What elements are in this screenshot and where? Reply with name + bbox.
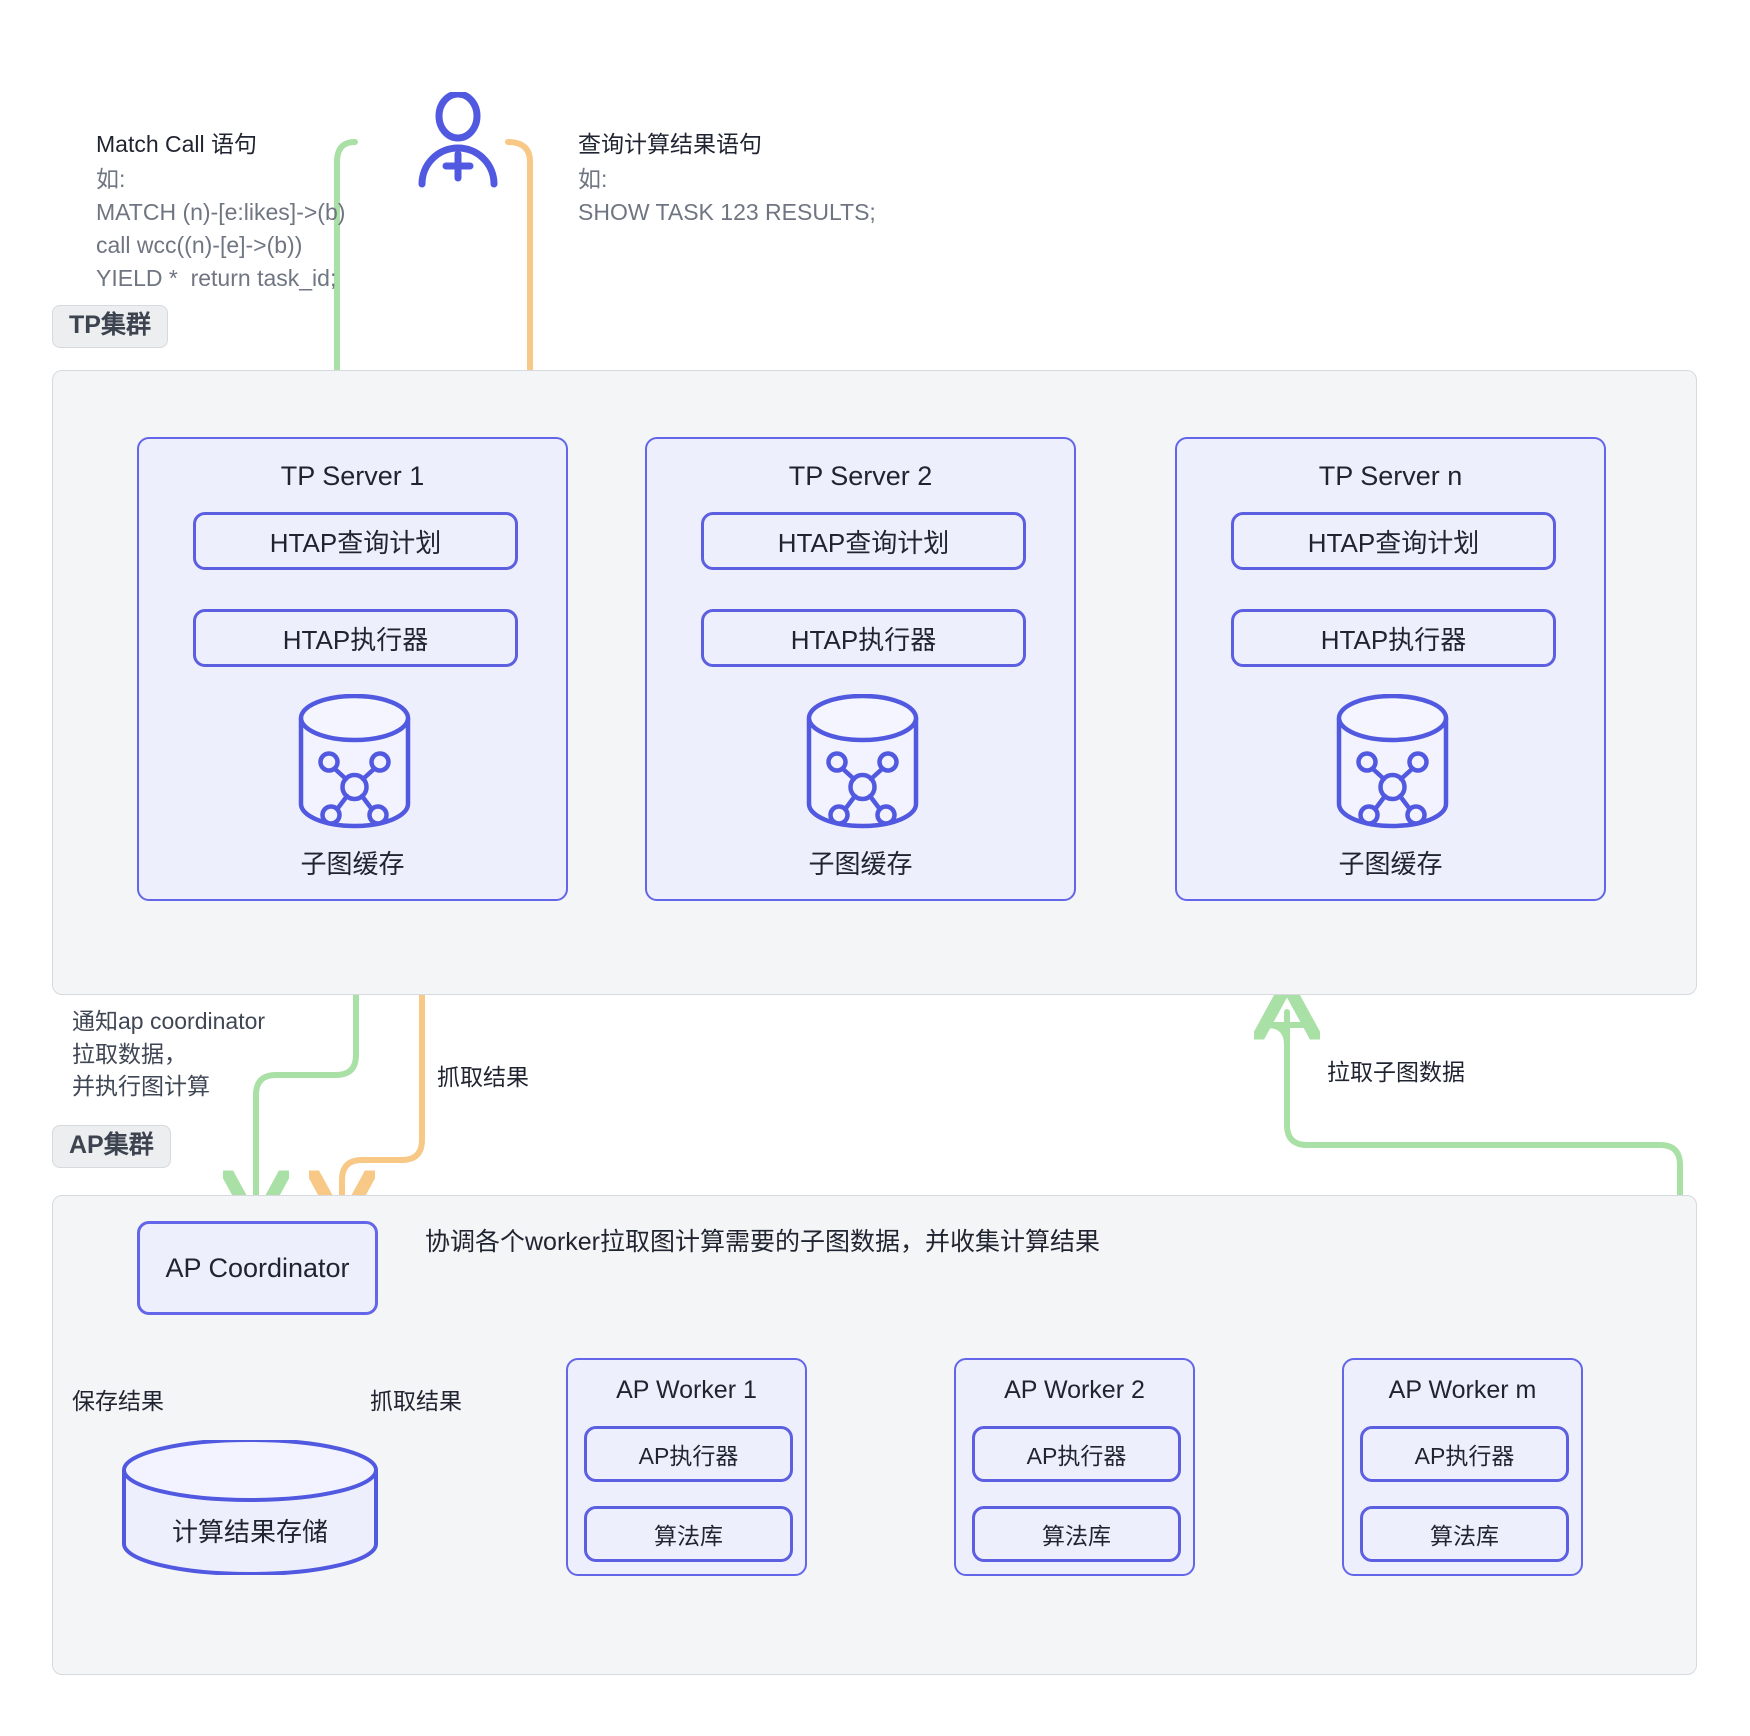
left-statement-line-1: MATCH (n)-[e:likes]->(b) [96, 199, 346, 225]
tp-server-n[interactable]: TP Server n HTAP查询计划 HTAP执行器 子图缓存 [1175, 437, 1606, 901]
coordinator-note: 协调各个worker拉取图计算需要的子图数据，并收集计算结果 [425, 1228, 1101, 1256]
left-statement-title: Match Call 语句 [96, 131, 258, 157]
tp-server-1-plan[interactable]: HTAP查询计划 [193, 512, 518, 570]
tp-server-1-cache-icon [287, 694, 422, 834]
tp-server-2-executor[interactable]: HTAP执行器 [701, 609, 1026, 667]
ap-worker-2-executor[interactable]: AP执行器 [972, 1426, 1181, 1482]
ap-worker-1-executor[interactable]: AP执行器 [584, 1426, 793, 1482]
tp-server-1-title: TP Server 1 [280, 461, 425, 491]
ap-worker-1[interactable]: AP Worker 1 AP执行器 算法库 [566, 1358, 807, 1576]
tp-cluster-tag: TP集群 [52, 305, 168, 348]
tp-server-2-plan[interactable]: HTAP查询计划 [701, 512, 1026, 570]
ap-worker-m[interactable]: AP Worker m AP执行器 算法库 [1342, 1358, 1583, 1576]
tp-server-n-plan[interactable]: HTAP查询计划 [1231, 512, 1556, 570]
right-statement-title: 查询计算结果语句 [578, 131, 762, 157]
ap-worker-m-title: AP Worker m [1388, 1376, 1537, 1404]
tp-server-1[interactable]: TP Server 1 HTAP查询计划 HTAP执行器 子图缓存 [137, 437, 568, 901]
fetch-results-tp-label: 抓取结果 [437, 1064, 529, 1090]
notify-coordinator-label: 通知ap coordinator 拉取数据， 并执行图计算 [72, 1008, 266, 1100]
ap-coordinator[interactable]: AP Coordinator [137, 1221, 378, 1315]
right-statement-line-1: SHOW TASK 123 RESULTS; [578, 199, 876, 225]
ap-worker-m-executor[interactable]: AP执行器 [1360, 1426, 1569, 1482]
tp-server-1-executor[interactable]: HTAP执行器 [193, 609, 518, 667]
pull-subgraph-label: 拉取子图数据 [1327, 1059, 1465, 1085]
result-store-label: 计算结果存储 [171, 1517, 328, 1547]
tp-server-2-title: TP Server 2 [788, 461, 933, 491]
left-statement-line-2: call wcc((n)-[e]->(b)) [96, 232, 303, 258]
left-statement-prefix: 如: [96, 166, 126, 192]
ap-worker-1-library[interactable]: 算法库 [584, 1506, 793, 1562]
tp-server-n-executor[interactable]: HTAP执行器 [1231, 609, 1556, 667]
left-statement-line-3: YIELD * return task_id; [96, 265, 337, 291]
ap-worker-2-title: AP Worker 2 [1004, 1376, 1145, 1404]
fetch-results-ap-label: 抓取结果 [370, 1388, 462, 1414]
ap-worker-1-title: AP Worker 1 [616, 1376, 757, 1404]
ap-worker-2[interactable]: AP Worker 2 AP执行器 算法库 [954, 1358, 1195, 1576]
user-plus-icon [408, 90, 508, 197]
right-statement-prefix: 如: [578, 166, 608, 192]
ap-worker-m-library[interactable]: 算法库 [1360, 1506, 1569, 1562]
tp-server-2-cache-label: 子图缓存 [808, 849, 913, 879]
ap-cluster-tag: AP集群 [52, 1125, 171, 1168]
tp-server-n-title: TP Server n [1318, 461, 1463, 491]
tp-server-n-cache-label: 子图缓存 [1338, 849, 1443, 879]
diagram-canvas: Match Call 语句 如: MATCH (n)-[e:likes]->(b… [0, 0, 1750, 1736]
tp-server-1-cache-label: 子图缓存 [300, 849, 405, 879]
tp-server-2[interactable]: TP Server 2 HTAP查询计划 HTAP执行器 子图缓存 [645, 437, 1076, 901]
tp-server-2-cache-icon [795, 694, 930, 834]
ap-coordinator-label: AP Coordinator [165, 1252, 350, 1283]
tp-server-n-cache-icon [1325, 694, 1460, 834]
ap-worker-2-library[interactable]: 算法库 [972, 1506, 1181, 1562]
save-results-label: 保存结果 [72, 1388, 164, 1414]
result-store-icon: 计算结果存储 [118, 1440, 382, 1575]
